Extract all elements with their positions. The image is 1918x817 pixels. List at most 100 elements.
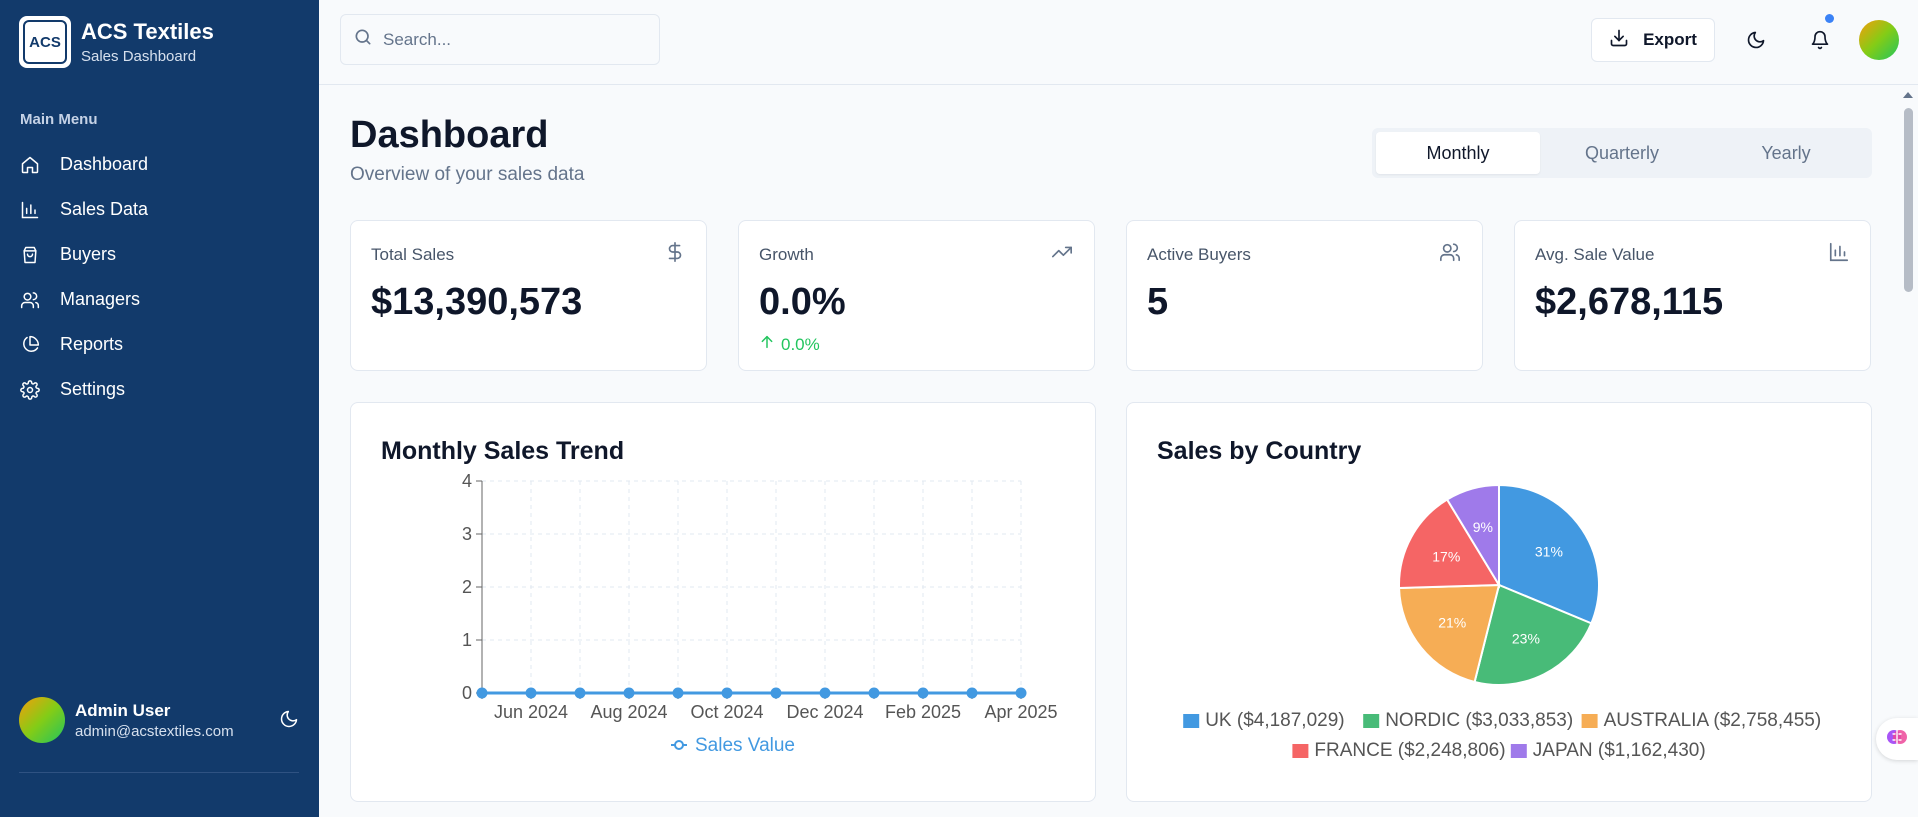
data-point — [623, 687, 635, 699]
brand[interactable]: ACS ACS Textiles Sales Dashboard — [19, 16, 214, 68]
home-icon — [20, 155, 40, 175]
pie-chart-icon — [20, 335, 40, 355]
y-tick-label: 1 — [462, 630, 472, 650]
stat-value: $13,390,573 — [371, 281, 583, 323]
gear-icon — [20, 379, 40, 400]
scroll-up-arrow[interactable] — [1903, 92, 1913, 98]
legend-swatch — [1363, 714, 1380, 728]
search-input[interactable] — [383, 29, 643, 50]
search-box[interactable] — [340, 14, 660, 65]
x-tick-label: Oct 2024 — [690, 702, 763, 722]
y-tick-label: 4 — [462, 471, 472, 491]
tab-quarterly[interactable]: Quarterly — [1540, 132, 1704, 174]
legend-marker — [674, 740, 684, 750]
brand-logo: ACS — [19, 16, 71, 68]
line-chart: 0 1 2 3 4 Jun 2024 Aug 2024 Oct 2024 Dec 2024 Feb… — [462, 471, 1058, 756]
x-tick-label: Aug 2024 — [590, 702, 667, 722]
brand-subtitle: Sales Dashboard — [81, 48, 197, 65]
sidebar: ACS ACS Textiles Sales Dashboard Main Me… — [0, 0, 319, 817]
main-content: Dashboard Overview of your sales data Mo… — [319, 86, 1899, 817]
scrollbar[interactable] — [1899, 86, 1918, 817]
divider — [19, 772, 299, 773]
legend-label: JAPAN ($1,162,430) — [1533, 740, 1706, 761]
tab-monthly[interactable]: Monthly — [1376, 132, 1540, 174]
stat-delta-value: 0.0% — [781, 334, 820, 354]
sidebar-item-label: Managers — [60, 289, 141, 309]
data-point — [525, 687, 537, 699]
stat-label: Active Buyers — [1147, 245, 1251, 264]
x-tick-label: Feb 2025 — [885, 702, 961, 722]
chart-title: Sales by Country — [1157, 437, 1362, 465]
monthly-sales-panel: Monthly Sales Trend 0 1 2 3 4 Jun 2024 Aug 202… — [350, 402, 1096, 802]
data-point — [1015, 687, 1027, 699]
sidebar-item-dashboard[interactable]: Dashboard — [20, 142, 300, 187]
pie-slice-label: 21% — [1438, 615, 1466, 631]
legend-label: AUSTRALIA ($2,758,455) — [1604, 710, 1822, 731]
page-title: Dashboard — [350, 114, 549, 156]
stat-card-total-sales: Total Sales $13,390,573 — [350, 220, 707, 371]
tab-yearly[interactable]: Yearly — [1704, 132, 1868, 174]
bar-chart-icon — [1828, 241, 1850, 268]
stat-card-avg-sale: Avg. Sale Value $2,678,115 — [1514, 220, 1871, 371]
x-tick-label: Jun 2024 — [494, 702, 568, 722]
brain-icon — [1885, 725, 1909, 754]
pie-chart: 31% 23% 21% 17% 9% UK ($4,187,029) NORDIC ($3,… — [1183, 483, 1822, 761]
legend-label: NORDIC ($3,033,853) — [1385, 710, 1573, 731]
assistant-button[interactable] — [1876, 718, 1918, 760]
export-label: Export — [1643, 30, 1697, 49]
stat-value: 5 — [1147, 281, 1169, 323]
sidebar-item-label: Sales Data — [60, 199, 149, 219]
sidebar-item-label: Reports — [60, 334, 124, 354]
shopping-bag-icon — [20, 245, 40, 265]
y-tick-label: 3 — [462, 524, 472, 544]
legend-label: FRANCE ($2,248,806) — [1314, 740, 1505, 761]
legend-swatch — [1581, 714, 1598, 728]
legend-label: Sales Value — [695, 735, 795, 756]
theme-toggle-icon[interactable] — [1742, 26, 1770, 54]
moon-icon[interactable] — [279, 709, 299, 734]
data-point — [721, 687, 733, 699]
sales-by-country-panel: Sales by Country 31% 23% 21% 17% 9% UK ($4,18… — [1126, 402, 1872, 802]
x-tick-label: Dec 2024 — [786, 702, 863, 722]
logo-text: ACS — [29, 33, 61, 51]
stat-card-growth: Growth 0.0% 0.0% — [738, 220, 1095, 371]
users-icon — [20, 290, 40, 310]
sidebar-item-managers[interactable]: Managers — [20, 277, 300, 322]
scroll-thumb[interactable] — [1904, 108, 1913, 292]
pie-slice-label: 9% — [1473, 519, 1493, 535]
stat-cards: Total Sales $13,390,573 Growth 0.0% 0.0%… — [350, 220, 1872, 371]
notification-dot — [1825, 14, 1834, 23]
user-email: admin@acstextiles.com — [75, 722, 234, 740]
export-button[interactable]: Export — [1591, 18, 1715, 62]
brand-title: ACS Textiles — [81, 19, 214, 44]
pie-slice-label: 31% — [1535, 544, 1563, 560]
data-point — [574, 687, 586, 699]
legend-label: UK ($4,187,029) — [1205, 710, 1344, 731]
bell-icon[interactable] — [1806, 14, 1834, 54]
sidebar-item-buyers[interactable]: Buyers — [20, 232, 300, 277]
data-point — [868, 687, 880, 699]
y-tick-label: 2 — [462, 577, 472, 597]
user-profile[interactable]: Admin User admin@acstextiles.com — [19, 697, 299, 743]
legend-swatch — [1183, 714, 1200, 728]
sidebar-item-label: Settings — [60, 379, 126, 399]
stat-card-active-buyers: Active Buyers 5 — [1126, 220, 1483, 371]
sidebar-item-settings[interactable]: Settings — [20, 367, 300, 412]
sidebar-item-label: Buyers — [60, 244, 117, 264]
stat-delta: 0.0% — [759, 334, 820, 355]
data-point — [917, 687, 929, 699]
avatar[interactable] — [1859, 20, 1899, 60]
sidebar-item-sales-data[interactable]: Sales Data — [20, 187, 300, 232]
stat-value: 0.0% — [759, 281, 846, 323]
bar-chart-icon — [20, 200, 40, 220]
x-tick-label: Apr 2025 — [984, 702, 1057, 722]
dollar-icon — [664, 241, 686, 268]
legend-swatch — [1292, 744, 1309, 758]
stat-label: Avg. Sale Value — [1535, 245, 1655, 264]
sidebar-item-reports[interactable]: Reports — [20, 322, 300, 367]
page-subtitle: Overview of your sales data — [350, 164, 585, 185]
sidebar-menu: Dashboard Sales Data Buyers Managers Rep… — [20, 142, 300, 412]
stat-label: Growth — [759, 245, 814, 264]
stat-label: Total Sales — [371, 245, 455, 264]
search-icon — [353, 27, 373, 52]
